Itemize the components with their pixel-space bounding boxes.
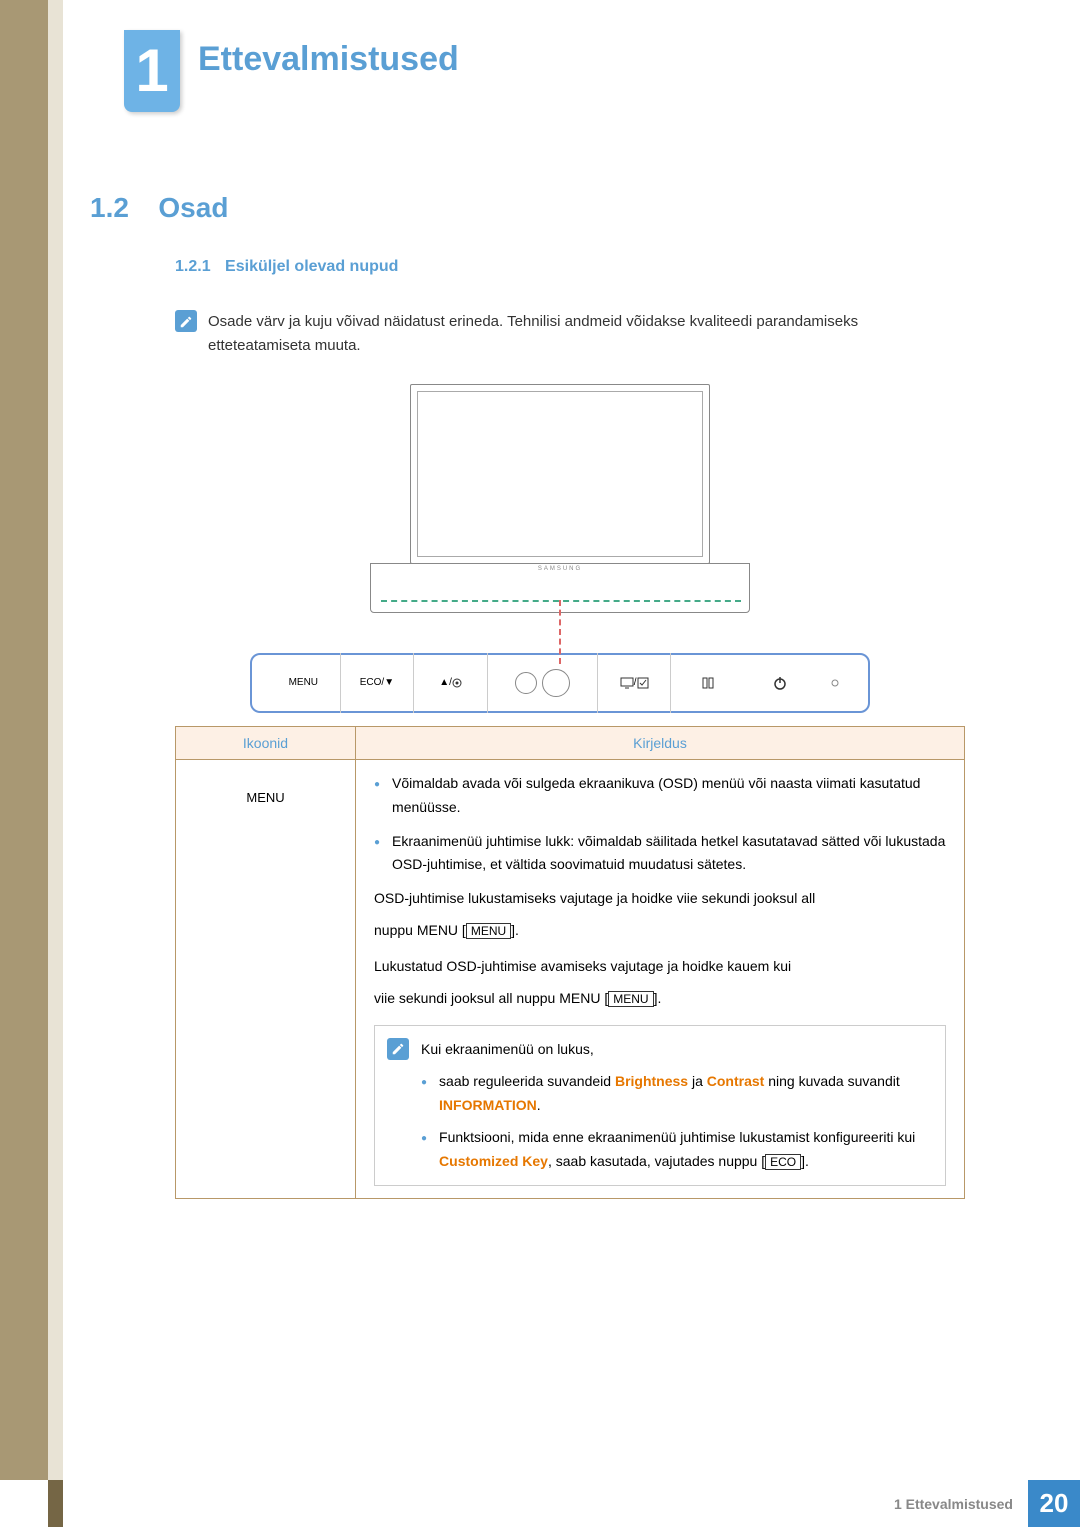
bullet-text: Võimaldab avada või sulgeda ekraanikuva … bbox=[392, 772, 946, 820]
chapter-tab: 1 bbox=[124, 30, 180, 112]
left-margin-stripe bbox=[0, 0, 48, 1480]
subsection-title: Esiküljel olevad nupud bbox=[225, 258, 398, 275]
text-fragment: ]. bbox=[654, 990, 662, 1006]
monitor-bezel: SAMSUNG bbox=[370, 563, 750, 613]
volume-button-icon bbox=[671, 653, 744, 713]
note-icon bbox=[387, 1038, 409, 1060]
bullet-icon: ● bbox=[374, 776, 380, 820]
text-fragment: . bbox=[537, 1097, 541, 1113]
text-fragment: Funktsiooni, mida enne ekraanimenüü juht… bbox=[439, 1129, 915, 1145]
note-intro: Kui ekraanimenüü on lukus, bbox=[421, 1038, 933, 1062]
up-button-label: ▲/ bbox=[414, 653, 488, 713]
table-header-description: Kirjeldus bbox=[356, 727, 964, 759]
note-box: Kui ekraanimenüü on lukus, ● saab regule… bbox=[374, 1025, 946, 1186]
joystick-icon bbox=[488, 653, 598, 713]
table-row: MENU ● Võimaldab avada või sulgeda ekraan… bbox=[176, 760, 964, 1198]
bullet-icon: ● bbox=[421, 1074, 427, 1118]
callout-line-vertical bbox=[559, 600, 561, 664]
intro-text: Osade värv ja kuju võivad näidatust erin… bbox=[208, 310, 958, 358]
description-line: nuppu MENU [MENU]. bbox=[374, 919, 946, 943]
text-fragment: ning kuvada suvandit bbox=[764, 1073, 899, 1089]
section-title: Osad bbox=[158, 192, 228, 223]
menu-key-box: MENU bbox=[608, 991, 653, 1007]
page-footer: 1 Ettevalmistused 20 bbox=[48, 1480, 1080, 1527]
chapter-title: Ettevalmistused bbox=[198, 40, 459, 79]
highlight-information: INFORMATION bbox=[439, 1097, 537, 1113]
table-header-icons: Ikoonid bbox=[176, 727, 356, 759]
eco-button-label: ECO/▼ bbox=[341, 653, 415, 713]
text-fragment: nuppu MENU [ bbox=[374, 922, 466, 938]
controls-table: Ikoonid Kirjeldus MENU ● Võimaldab avada … bbox=[175, 726, 965, 1199]
power-button-icon bbox=[744, 653, 817, 713]
text-fragment: saab reguleerida suvandeid bbox=[439, 1073, 615, 1089]
table-header: Ikoonid Kirjeldus bbox=[176, 727, 964, 760]
highlight-brightness: Brightness bbox=[615, 1073, 688, 1089]
brand-mark: SAMSUNG bbox=[371, 566, 749, 572]
eco-key-box: ECO bbox=[765, 1154, 801, 1170]
monitor-diagram: SAMSUNG MENU ECO/▼ ▲/ / bbox=[240, 384, 880, 713]
subsection-number: 1.2.1 bbox=[175, 258, 211, 275]
source-button-label: / bbox=[598, 653, 672, 713]
footer-stripe bbox=[48, 1480, 63, 1527]
highlight-contrast: Contrast bbox=[707, 1073, 765, 1089]
note-bullet: Funktsiooni, mida enne ekraanimenüü juht… bbox=[439, 1126, 933, 1174]
menu-button-label: MENU bbox=[267, 653, 341, 713]
description-line: viie sekundi jooksul all nuppu MENU [MEN… bbox=[374, 987, 946, 1011]
footer-text: 1 Ettevalmistused bbox=[894, 1496, 1013, 1512]
text-fragment: viie sekundi jooksul all nuppu MENU [ bbox=[374, 990, 608, 1006]
subsection-heading: 1.2.1 Esiküljel olevad nupud bbox=[175, 258, 398, 276]
text-fragment: ]. bbox=[511, 922, 519, 938]
row-description-cell: ● Võimaldab avada või sulgeda ekraanikuva… bbox=[356, 760, 964, 1198]
text-fragment: ja bbox=[688, 1073, 707, 1089]
note-icon bbox=[175, 310, 197, 332]
text-fragment: ]. bbox=[801, 1153, 809, 1169]
menu-key-box: MENU bbox=[466, 923, 511, 939]
text-fragment: , saab kasutada, vajutades nuppu [ bbox=[548, 1153, 765, 1169]
led-indicator-icon bbox=[817, 653, 853, 713]
bullet-icon: ● bbox=[421, 1130, 427, 1174]
description-line: Lukustatud OSD-juhtimise avamiseks vajut… bbox=[374, 955, 946, 979]
bullet-text: Ekraanimenüü juhtimise lukk: võimaldab s… bbox=[392, 830, 946, 878]
bullet-icon: ● bbox=[374, 834, 380, 878]
note-bullet: saab reguleerida suvandeid Brightness ja… bbox=[439, 1070, 933, 1118]
row-icon-cell: MENU bbox=[176, 760, 356, 1198]
callout-line-horizontal bbox=[381, 600, 741, 602]
left-margin-stripe-inner bbox=[48, 0, 63, 1480]
highlight-customized-key: Customized Key bbox=[439, 1153, 548, 1169]
monitor-screen bbox=[410, 384, 710, 564]
description-line: OSD-juhtimise lukustamiseks vajutage ja … bbox=[374, 887, 946, 911]
page-number: 20 bbox=[1028, 1480, 1080, 1527]
section-heading: 1.2 Osad bbox=[90, 192, 228, 224]
section-number: 1.2 bbox=[90, 192, 129, 223]
